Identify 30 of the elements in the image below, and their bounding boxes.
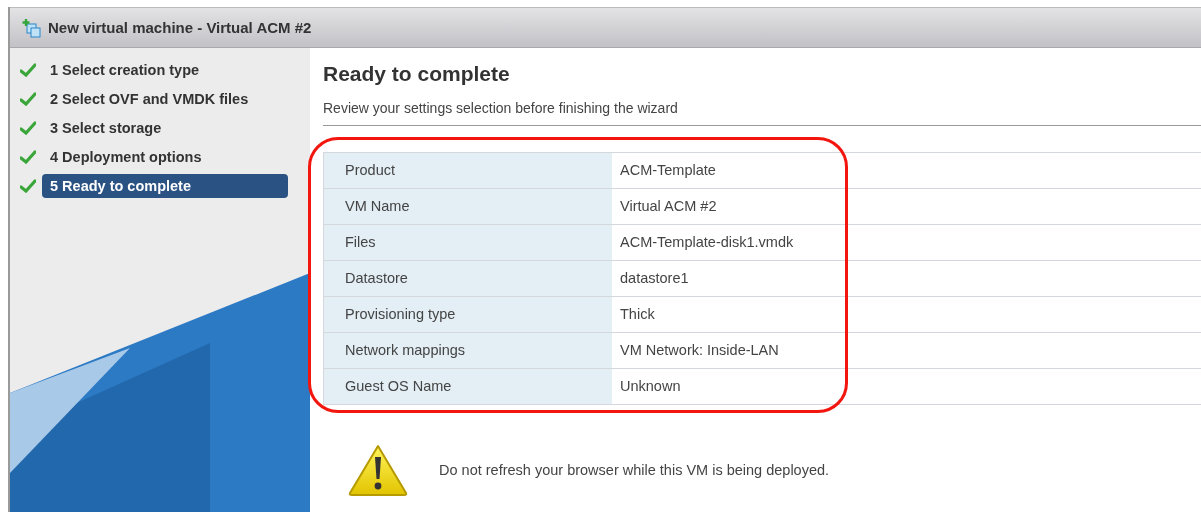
value-cell-text: Virtual ACM #2 [619,197,718,216]
wizard-step[interactable]: 1 Select creation type [42,58,208,82]
wizard-step[interactable]: 2 Select OVF and VMDK files [42,87,257,111]
checkmark-icon [20,121,36,135]
checkmark-icon [20,150,36,164]
value-cell-text: ACM-Template-disk1.vmdk [619,233,795,252]
page-subtitle: Review your settings selection before finishing the wizard [323,100,1201,126]
page-title: Ready to complete [323,62,511,86]
label-cell: VM Name [324,189,612,224]
label-cell: Guest OS Name [324,369,612,404]
value-cell-text: Thick [619,305,656,324]
label-cell: Datastore [324,261,612,296]
value-cell-text: datastore1 [619,269,690,288]
value-cell-text: ACM-Template [619,161,717,180]
virtual-machine-icon [22,17,42,38]
label-cell: Files [324,225,612,260]
wizard-step[interactable]: 5 Ready to complete [42,174,288,198]
wizard-step[interactable]: 4 Deployment options [42,145,210,169]
checkmark-icon [20,63,36,77]
value-cell-text: VM Network: Inside-LAN [619,341,780,360]
label-cell: Network mappings [324,333,612,368]
label-cell: Provisioning type [324,297,612,332]
label-cell: Product [324,153,612,188]
window-title: New virtual machine - Virtual ACM #2 [48,19,312,36]
warning-message: Do not refresh your browser while this VM is being deployed. [439,462,830,478]
checkmark-icon [20,179,36,193]
checkmark-icon [20,92,36,106]
wizard-step[interactable]: 3 Select storage [42,116,170,140]
value-cell-text: Unknown [619,377,682,396]
warning-icon [347,443,409,497]
